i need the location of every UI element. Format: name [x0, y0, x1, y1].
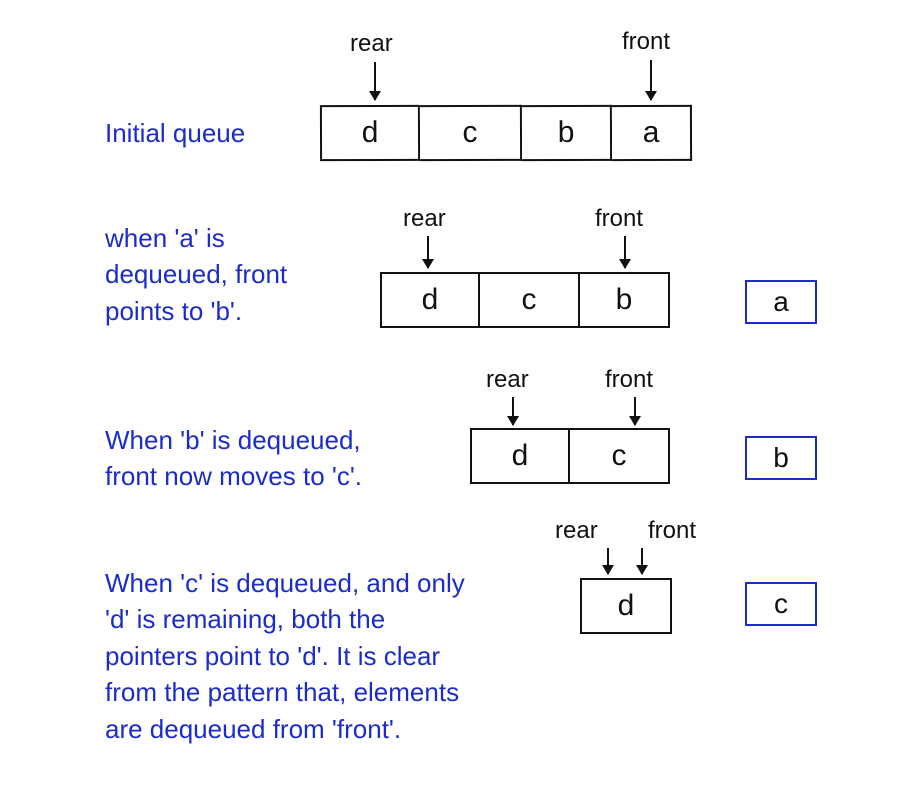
queue-cell: b	[522, 105, 612, 161]
queue-cell: b	[580, 272, 670, 328]
step4-caption: When 'c' is dequeued, and only 'd' is re…	[105, 565, 465, 747]
step4-dequeued-box: c	[745, 582, 817, 626]
step1-rear-arrow	[374, 62, 376, 100]
step2-queue: d c b	[380, 272, 670, 328]
step3-rear-arrow	[512, 397, 514, 425]
queue-cell: d	[380, 272, 480, 328]
step1-caption: Initial queue	[105, 115, 245, 151]
step3-front-arrow	[634, 397, 636, 425]
queue-cell: c	[570, 428, 670, 484]
step2-rear-label: rear	[403, 205, 446, 233]
step4-front-arrow	[641, 548, 643, 574]
step1-queue: d c b a	[320, 105, 692, 161]
step2-dequeued-box: a	[745, 280, 817, 324]
step3-caption: When 'b' is dequeued, front now moves to…	[105, 422, 362, 495]
queue-cell: a	[612, 105, 692, 161]
queue-cell: c	[480, 272, 580, 328]
step4-front-label: front	[648, 517, 696, 545]
step3-dequeued-box: b	[745, 436, 817, 480]
step2-front-label: front	[595, 205, 643, 233]
step3-rear-label: rear	[486, 366, 529, 394]
queue-cell: d	[470, 428, 570, 484]
step1-front-arrow	[650, 60, 652, 100]
queue-cell: d	[580, 578, 672, 634]
step1-rear-label: rear	[350, 30, 393, 58]
step3-queue: d c	[470, 428, 670, 484]
step4-rear-label: rear	[555, 517, 598, 545]
queue-cell: d	[320, 105, 420, 161]
step2-rear-arrow	[427, 236, 429, 268]
step1-front-label: front	[622, 28, 670, 56]
queue-cell: c	[420, 105, 522, 161]
step4-queue: d	[580, 578, 672, 634]
step4-rear-arrow	[607, 548, 609, 574]
step2-caption: when 'a' is dequeued, front points to 'b…	[105, 220, 287, 329]
step3-front-label: front	[605, 366, 653, 394]
step2-front-arrow	[624, 236, 626, 268]
